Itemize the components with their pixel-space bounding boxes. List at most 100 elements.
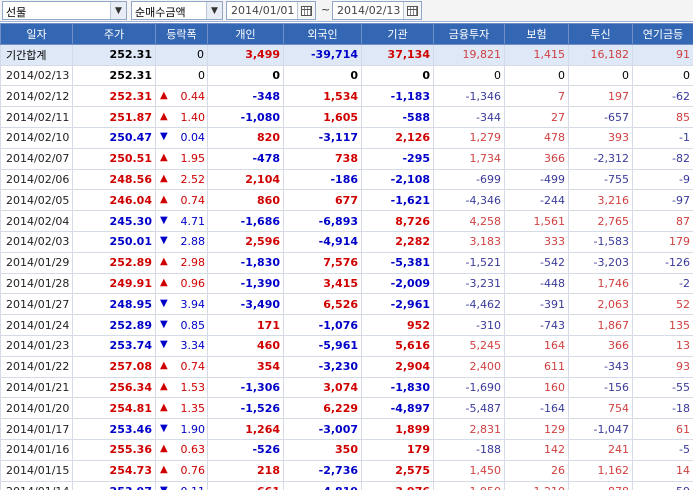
row-insurance: -499 xyxy=(504,168,569,191)
row-insurance: -244 xyxy=(504,189,569,212)
row-price: 252.31 xyxy=(72,64,156,87)
column-header-individual[interactable]: 개인 xyxy=(207,23,284,45)
row-insurance: 164 xyxy=(504,334,569,357)
table-row[interactable]: 2014/01/14253.97▼ 0.11661-4,8193,9761,950… xyxy=(0,480,693,490)
row-date: 2014/02/04 xyxy=(0,210,73,232)
row-price: 256.34 xyxy=(72,376,156,399)
row-fin-invest: 1,279 xyxy=(433,126,505,149)
row-trust: 241 xyxy=(568,438,633,461)
calendar-icon[interactable] xyxy=(297,2,315,19)
row-institution: 2,904 xyxy=(361,355,434,378)
column-header-insurance[interactable]: 보험 xyxy=(504,23,569,45)
table-row[interactable]: 2014/02/11 251.87 ▲ 1.40 -1,080 1,605 -588 -344… xyxy=(0,106,693,128)
table-row[interactable]: 2014/01/29 252.89 ▲ 2.98 -1,830 7,576 -5,381 -1… xyxy=(0,251,693,274)
date-to-field[interactable]: 2014/02/13 xyxy=(332,1,422,20)
table-row[interactable]: 2014/01/20 254.81 ▲ 1.35 -1,526 6,229 -4,897 -5… xyxy=(0,397,693,420)
row-price: 253.74 xyxy=(72,334,156,357)
row-fin-invest: -310 xyxy=(433,314,505,336)
triangle-down-icon: ▼ xyxy=(160,422,168,434)
row-institution: 8,726 xyxy=(361,210,434,232)
market-select[interactable]: 선물 ▼ xyxy=(2,1,127,20)
row-change: ▲ 2.52 xyxy=(155,168,208,191)
table-row[interactable]: 2014/02/10 250.47 ▼ 0.04 820 -3,117 2,126 1,279… xyxy=(0,126,693,149)
row-date: 2014/01/22 xyxy=(0,355,73,378)
chevron-down-icon[interactable]: ▼ xyxy=(110,2,126,19)
row-price: 249.91 xyxy=(72,272,156,295)
row-change-value: 1.90 xyxy=(180,422,206,436)
column-header-institution[interactable]: 기관 xyxy=(361,23,434,45)
row-price: 248.56 xyxy=(72,168,156,191)
date-from-field[interactable]: 2014/01/01 xyxy=(226,1,316,20)
summary-row[interactable]: 기간합계 252.31 0 3,499 -39,714 37,134 19,82… xyxy=(0,43,693,66)
row-trust: 393 xyxy=(568,126,633,149)
row-date: 2014/02/06 xyxy=(0,168,73,191)
column-header-foreign[interactable]: 외국인 xyxy=(283,23,362,45)
column-header-date[interactable]: 일자 xyxy=(0,23,73,45)
table-row[interactable]: 2014/02/04 245.30 ▼ 4.71 -1,686 -6,893 8,726 4,… xyxy=(0,210,693,232)
table-row[interactable]: 2014/02/03 250.01 ▼ 2.88 2,596 -4,914 2,282 3,1… xyxy=(0,230,693,253)
table-row[interactable]: 2014/01/24 252.89 ▼ 0.85 171 -1,076 952 -310 -74… xyxy=(0,314,693,336)
row-date: 2014/01/29 xyxy=(0,251,73,274)
summary-price: 252.31 xyxy=(72,43,156,66)
row-foreign: 7,576 xyxy=(283,251,362,274)
row-price: 250.01 xyxy=(72,230,156,253)
column-header-pension[interactable]: 연기금등 xyxy=(632,23,693,45)
row-pension: 93 xyxy=(632,355,693,378)
table-row[interactable]: 2014/02/05 246.04 ▲ 0.74 860 677 -1,621 -4,346-… xyxy=(0,189,693,212)
row-change: ▼ 1.90 xyxy=(155,418,208,440)
row-fin-invest: -188 xyxy=(433,438,505,461)
triangle-down-icon: ▼ xyxy=(160,235,168,247)
table-row[interactable]: 2014/02/07 250.51 ▲ 1.95 -478 738 -295 1,734 366… xyxy=(0,147,693,170)
row-individual: 2,104 xyxy=(207,168,284,191)
row-insurance: 27 xyxy=(504,106,569,128)
row-institution: -5,381 xyxy=(361,251,434,274)
table-row[interactable]: 2014/02/06 248.56 ▲ 2.52 2,104 -186 -2,108 -699… xyxy=(0,168,693,191)
table-row[interactable]: 2014/01/16 255.36 ▲ 0.63 -526 350 179 -188 142 24… xyxy=(0,438,693,461)
table-row[interactable]: 2014/01/22 257.08 ▲ 0.74 354 -3,230 2,904 2,400… xyxy=(0,355,693,378)
row-trust: 2,765 xyxy=(568,210,633,232)
row-trust: -755 xyxy=(568,168,633,191)
row-change-value: 1.35 xyxy=(180,401,206,415)
row-foreign: 3,074 xyxy=(283,376,362,399)
table-row[interactable]: 2014/01/21 256.34 ▲ 1.53 -1,306 3,074 -1,830 -1… xyxy=(0,376,693,399)
row-change: ▲ 0.74 xyxy=(155,189,208,212)
row-individual: -526 xyxy=(207,438,284,461)
row-price: 248.95 xyxy=(72,293,156,316)
chevron-down-icon[interactable]: ▼ xyxy=(206,2,222,19)
row-trust: -343 xyxy=(568,355,633,378)
row-insurance: -743 xyxy=(504,314,569,336)
table-row[interactable]: 2014/02/13 252.31 0 0 0 0 0 0 0 0 xyxy=(0,64,693,87)
row-change: ▼ 0.11 xyxy=(155,480,208,490)
table-row[interactable]: 2014/01/28 249.91 ▲ 0.96 -1,390 3,415 -2,009 -3… xyxy=(0,272,693,295)
column-header-fin-invest[interactable]: 금융투자 xyxy=(433,23,505,45)
row-fin-invest: -5,487 xyxy=(433,397,505,420)
table-row[interactable]: 2014/01/27 248.95 ▼ 3.94 -3,490 6,526 -2,961 -4… xyxy=(0,293,693,316)
table-row[interactable]: 2014/01/17 253.46 ▼ 1.90 1,264 -3,007 1,899 2,8… xyxy=(0,418,693,440)
row-insurance: 129 xyxy=(504,418,569,440)
row-change-value: 0.63 xyxy=(180,443,206,457)
row-change-value: 1.95 xyxy=(180,152,206,166)
table-row[interactable]: 2014/01/15 254.73 ▲ 0.76 218 -2,736 2,575 1,450… xyxy=(0,459,693,482)
summary-pension: 91 xyxy=(632,43,693,66)
column-header-trust[interactable]: 투신 xyxy=(568,23,633,45)
calendar-icon[interactable] xyxy=(403,2,421,19)
row-fin-invest: 3,183 xyxy=(433,230,505,253)
row-change: ▲ 0.74 xyxy=(155,355,208,378)
summary-insurance: 1,415 xyxy=(504,43,569,66)
table-row[interactable]: 2014/02/12 252.31 ▲ 0.44 -348 1,534 -1,183 -1,3… xyxy=(0,85,693,108)
row-institution: -588 xyxy=(361,106,434,128)
row-trust: 2,063 xyxy=(568,293,633,316)
date-separator: ~ xyxy=(321,3,331,16)
column-header-change[interactable]: 등락폭 xyxy=(155,23,208,45)
row-change-value: 0 xyxy=(198,68,205,82)
table-row[interactable]: 2014/01/23 253.74 ▼ 3.34 460 -5,961 5,616 5,245… xyxy=(0,334,693,357)
triangle-up-icon: ▲ xyxy=(160,193,168,205)
column-header-price[interactable]: 주가 xyxy=(72,23,156,45)
row-change-value: 1.40 xyxy=(180,110,206,124)
row-date: 2014/02/05 xyxy=(0,189,73,212)
triangle-down-icon: ▼ xyxy=(159,485,168,490)
row-fin-invest: 1,450 xyxy=(433,459,505,482)
row-institution: 179 xyxy=(361,438,434,461)
value-type-select[interactable]: 순매수금액 ▼ xyxy=(131,1,223,20)
summary-individual: 3,499 xyxy=(207,43,284,66)
